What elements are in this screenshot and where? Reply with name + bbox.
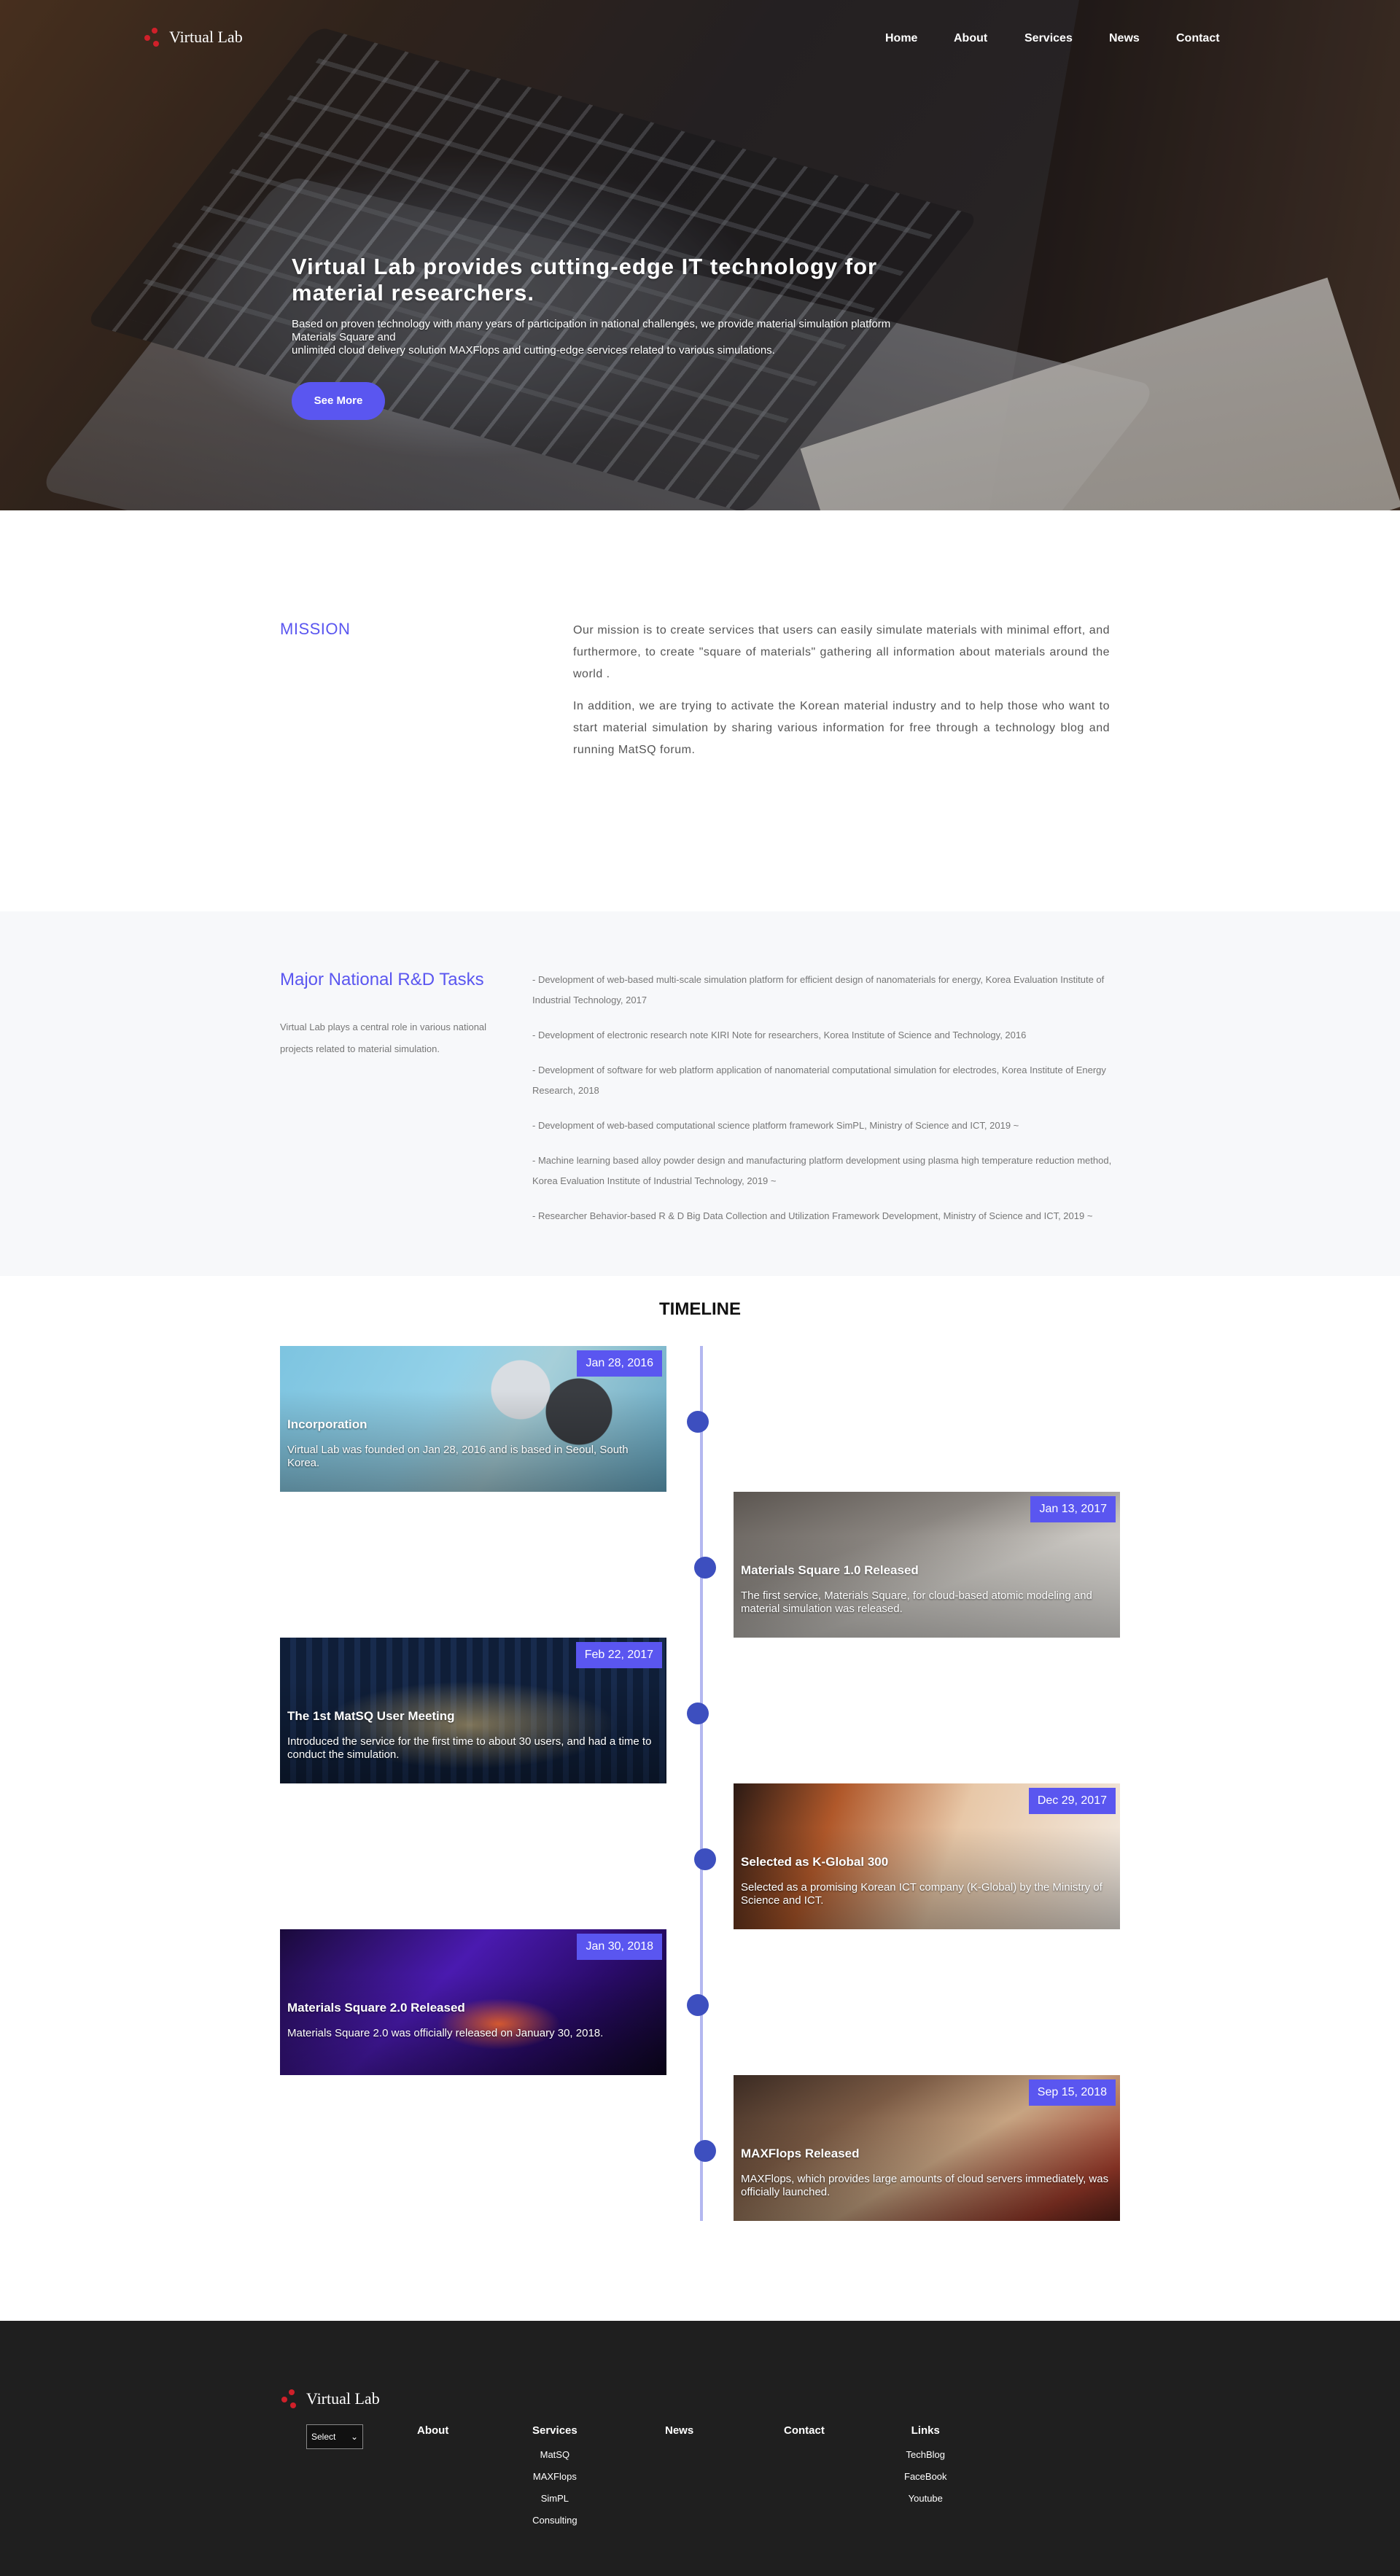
card-description: Materials Square 2.0 was officially rele…	[287, 2027, 604, 2039]
card-title: Materials Square 2.0 Released	[287, 2001, 465, 2015]
card-title: Incorporation	[287, 1417, 368, 1431]
timeline-dot	[694, 1848, 716, 1870]
footer-col-links: Links TechBlog FaceBook Youtube	[904, 2424, 947, 2510]
timeline-card[interactable]: Feb 22, 2017 The 1st MatSQ User Meeting …	[280, 1638, 666, 1783]
footer-col-services: Services MatSQ MAXFlops SimPL Consulting	[532, 2424, 578, 2532]
timeline-card[interactable]: Jan 28, 2016 Incorporation Virtual Lab w…	[280, 1346, 666, 1492]
timeline-dot	[694, 1557, 716, 1579]
list-item: - Researcher Behavior-based R & D Big Da…	[532, 1210, 1093, 1221]
list-item: - Development of software for web platfo…	[532, 1065, 1106, 1096]
card-description: Introduced the service for the first tim…	[287, 1735, 652, 1761]
mission-text: Our mission is to create services that u…	[573, 624, 1110, 756]
hero-content: Virtual Lab provides cutting-edge IT tec…	[292, 254, 948, 420]
footer-link-maxflops[interactable]: MAXFlops	[532, 2466, 578, 2488]
timeline-heading: TIMELINE	[659, 1299, 741, 1319]
language-select[interactable]: Select ⌄	[306, 2424, 363, 2449]
logo-icon	[280, 2388, 302, 2410]
timeline-dot	[687, 1411, 709, 1433]
hero-section: Virtual Lab Home About Services News Con…	[0, 0, 1400, 510]
card-description: Selected as a promising Korean ICT compa…	[741, 1881, 1102, 1907]
timeline-card[interactable]: Jan 30, 2018 Materials Square 2.0 Releas…	[280, 1929, 666, 2075]
nav-contact[interactable]: Contact	[1176, 32, 1220, 45]
timeline-dot	[687, 1994, 709, 2016]
rd-section: Major National R&D Tasks Virtual Lab pla…	[0, 911, 1400, 1276]
footer-col-news: News	[665, 2424, 693, 2444]
logo-icon	[143, 26, 165, 48]
main-menu: Home About Services News Contact	[885, 32, 1220, 45]
list-item: - Development of electronic research not…	[532, 1030, 1027, 1040]
list-item: - Development of web-based multi-scale s…	[532, 974, 1105, 1005]
logo-text: Virtual Lab	[306, 2389, 380, 2408]
nav-services[interactable]: Services	[1024, 32, 1109, 45]
rd-subtitle: Virtual Lab plays a central role in vari…	[280, 1022, 487, 1054]
hero-description: Based on proven technology with many yea…	[292, 318, 891, 357]
card-title: MAXFlops Released	[741, 2147, 860, 2160]
footer-link-simpl[interactable]: SimPL	[532, 2488, 578, 2510]
footer-heading-services[interactable]: Services	[532, 2424, 578, 2437]
chevron-down-icon: ⌄	[350, 2432, 358, 2442]
nav-about[interactable]: About	[954, 32, 1024, 45]
mission-heading: MISSION	[280, 620, 351, 638]
mission-section: MISSION Our mission is to create service…	[0, 510, 1400, 911]
footer-link-contact[interactable]: Contact	[784, 2424, 825, 2437]
hero-title: Virtual Lab provides cutting-edge IT tec…	[292, 254, 878, 306]
card-title: Selected as K-Global 300	[741, 1855, 889, 1869]
footer-col-about: About	[417, 2424, 448, 2444]
footer-link-techblog[interactable]: TechBlog	[904, 2444, 947, 2466]
top-nav: Virtual Lab Home About Services News Con…	[0, 0, 1400, 80]
card-date: Sep 15, 2018	[1028, 2079, 1116, 2106]
timeline-dot	[687, 1703, 709, 1724]
list-item: - Machine learning based alloy powder de…	[532, 1155, 1112, 1186]
header-logo[interactable]: Virtual Lab	[143, 26, 243, 48]
timeline-card[interactable]: Jan 13, 2017 Materials Square 1.0 Releas…	[734, 1492, 1120, 1638]
footer-link-consulting[interactable]: Consulting	[532, 2510, 578, 2532]
card-date: Feb 22, 2017	[575, 1642, 662, 1668]
card-title: Materials Square 1.0 Released	[741, 1563, 919, 1577]
footer-link-news[interactable]: News	[665, 2424, 693, 2437]
card-date: Dec 29, 2017	[1028, 1788, 1116, 1814]
footer-heading-links[interactable]: Links	[904, 2424, 947, 2437]
card-date: Jan 28, 2016	[577, 1350, 662, 1377]
footer-link-youtube[interactable]: Youtube	[904, 2488, 947, 2510]
list-item: - Development of web-based computational…	[532, 1120, 1019, 1131]
timeline-card[interactable]: Sep 15, 2018 MAXFlops Released MAXFlops,…	[734, 2075, 1120, 2221]
rd-list: - Development of web-based multi-scale s…	[532, 970, 1123, 1241]
card-description: MAXFlops, which provides large amounts o…	[741, 2173, 1109, 2198]
see-more-button[interactable]: See More	[292, 382, 385, 420]
card-title: The 1st MatSQ User Meeting	[287, 1709, 455, 1723]
card-date: Jan 30, 2018	[577, 1934, 662, 1960]
footer-link-matsq[interactable]: MatSQ	[532, 2444, 578, 2466]
footer-link-facebook[interactable]: FaceBook	[904, 2466, 947, 2488]
nav-home[interactable]: Home	[885, 32, 954, 45]
footer-logo[interactable]: Virtual Lab	[280, 2388, 380, 2410]
footer-col-contact: Contact	[784, 2424, 825, 2444]
timeline-dot	[694, 2140, 716, 2162]
footer: Virtual Lab Select ⌄ About Services MatS…	[0, 2321, 1400, 2576]
nav-news[interactable]: News	[1109, 32, 1176, 45]
card-description: The first service, Materials Square, for…	[741, 1589, 1092, 1615]
footer-link-about[interactable]: About	[417, 2424, 448, 2437]
logo-text: Virtual Lab	[169, 28, 243, 46]
card-description: Virtual Lab was founded on Jan 28, 2016 …	[287, 1444, 629, 1469]
rd-heading: Major National R&D Tasks	[280, 970, 484, 989]
timeline-line	[700, 1346, 703, 2221]
timeline-card[interactable]: Dec 29, 2017 Selected as K-Global 300 Se…	[734, 1783, 1120, 1929]
card-date: Jan 13, 2017	[1030, 1496, 1116, 1522]
